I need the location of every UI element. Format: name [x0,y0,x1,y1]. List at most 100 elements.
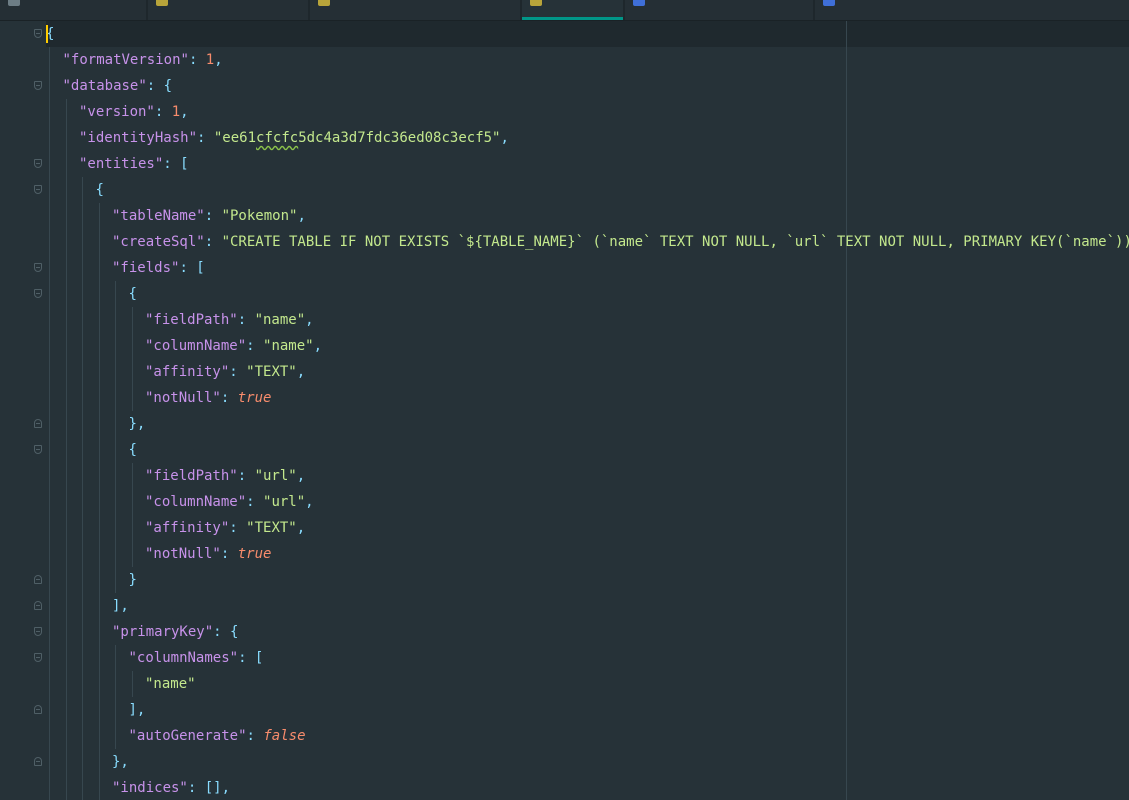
code-line[interactable]: "indices": [], [112,775,230,800]
code-token: "version" [79,104,155,120]
code-line[interactable]: "notNull": true [145,541,271,567]
code-line[interactable]: "fields": [ [112,255,205,281]
code-line[interactable]: "version": 1, [79,99,189,125]
code-line[interactable]: { [129,281,137,307]
code-line[interactable]: "name" [145,671,196,697]
code-token: : { [146,78,173,94]
fold-open-icon[interactable] [34,29,42,38]
code-token: , [214,52,223,68]
json-file-icon [530,0,542,6]
fold-close-icon[interactable] [34,757,42,766]
editor-tab-6[interactable] [815,0,1129,20]
code-line[interactable]: "affinity": "TEXT", [145,359,305,385]
code-token: "columnName" [145,494,247,510]
editor-tab-active[interactable] [522,0,623,20]
editor-tab-5[interactable] [625,0,813,20]
fold-open-icon[interactable] [34,445,42,454]
indent-guide [98,203,100,800]
code-token: : [ [163,156,189,172]
code-token: , [296,364,306,380]
code-token: } [128,572,137,588]
code-line[interactable]: "affinity": "TEXT", [145,515,305,541]
code-line[interactable]: { [96,177,104,203]
code-line[interactable]: }, [112,749,129,775]
fold-close-icon[interactable] [34,705,42,714]
fold-open-icon[interactable] [34,159,42,168]
code-line[interactable]: "fieldPath": "name", [145,307,314,333]
code-line[interactable]: "tableName": "Pokemon", [112,203,306,229]
code-token: , [297,208,306,224]
code-token: : [220,546,238,562]
code-line[interactable]: "notNull": true [145,385,271,411]
code-token: 1 [171,104,181,120]
code-line[interactable]: "columnNames": [ [129,645,264,671]
code-line[interactable]: "identityHash": "ee61cfcfc5dc4a3d7fdc36e… [79,125,509,151]
code-token: "name" [263,338,314,354]
code-token: "fieldPath" [145,468,238,484]
fold-open-icon[interactable] [34,653,42,662]
code-token: "entities" [79,156,164,172]
code-token: "url" [263,494,306,510]
json-file-icon [318,0,330,6]
code-token: "name" [145,676,196,692]
code-token: , [180,104,189,120]
code-line[interactable]: "columnName": "name", [145,333,322,359]
code-token: : [ [179,260,205,276]
code-token: "ee61 [213,130,257,146]
indent-guide [115,281,116,593]
code-token: , [296,520,306,536]
editor-tab-1[interactable] [0,0,146,20]
code-line[interactable]: "createSql": "CREATE TABLE IF NOT EXISTS… [112,229,1129,255]
editor-gutter [0,21,46,800]
editor-tab-2[interactable] [148,0,308,20]
code-token: [], [204,780,231,796]
code-token: { [128,286,137,302]
code-line[interactable]: { [129,437,137,463]
fold-close-icon[interactable] [34,575,42,584]
code-line[interactable]: "columnName": "url", [145,489,314,515]
code-token: "name" [254,312,306,328]
code-line[interactable]: }, [129,411,146,437]
code-token: : [246,494,264,510]
code-line[interactable]: "formatVersion": 1, [63,47,223,73]
fold-open-icon[interactable] [34,289,42,298]
code-token: "affinity" [145,520,230,536]
code-token: "Pokemon" [221,208,298,224]
fold-open-icon[interactable] [34,185,42,194]
code-editor[interactable]: {"formatVersion": 1, "database": {"versio… [46,21,1129,800]
fold-open-icon[interactable] [34,263,42,272]
fold-open-icon[interactable] [34,627,42,636]
code-token: "notNull" [145,546,221,562]
code-token: : [237,468,255,484]
kotlin-file-icon [633,0,645,6]
fold-open-icon[interactable] [34,81,42,90]
code-token: "indices" [112,780,188,796]
code-token: : [ [238,650,264,666]
editor-tab-3[interactable] [310,0,520,20]
json-file-icon [156,0,168,6]
code-token: "formatVersion" [62,52,189,68]
code-token: : [237,312,255,328]
code-token: , [305,312,314,328]
code-line[interactable]: "autoGenerate": false [129,723,306,749]
code-token: "columnName" [145,338,247,354]
right-margin-guide [846,21,847,800]
code-line[interactable]: "primaryKey": { [112,619,238,645]
code-token: "identityHash" [79,130,198,146]
code-token: , [305,494,314,510]
code-line[interactable]: } [129,567,137,593]
fold-close-icon[interactable] [34,419,42,428]
code-line[interactable]: ], [112,593,129,619]
code-line[interactable]: ], [129,697,146,723]
code-token: , [313,338,323,354]
code-token: : [154,104,172,120]
code-token: : [188,52,206,68]
code-line[interactable]: "entities": [ [79,151,189,177]
code-token: cfcfc [256,130,299,146]
code-line[interactable]: "fieldPath": "url", [145,463,305,489]
code-token: "url" [254,468,297,484]
indent-guide [65,99,67,800]
code-line[interactable]: "database": { [63,73,173,99]
fold-close-icon[interactable] [34,601,42,610]
indent-guide [115,645,116,749]
